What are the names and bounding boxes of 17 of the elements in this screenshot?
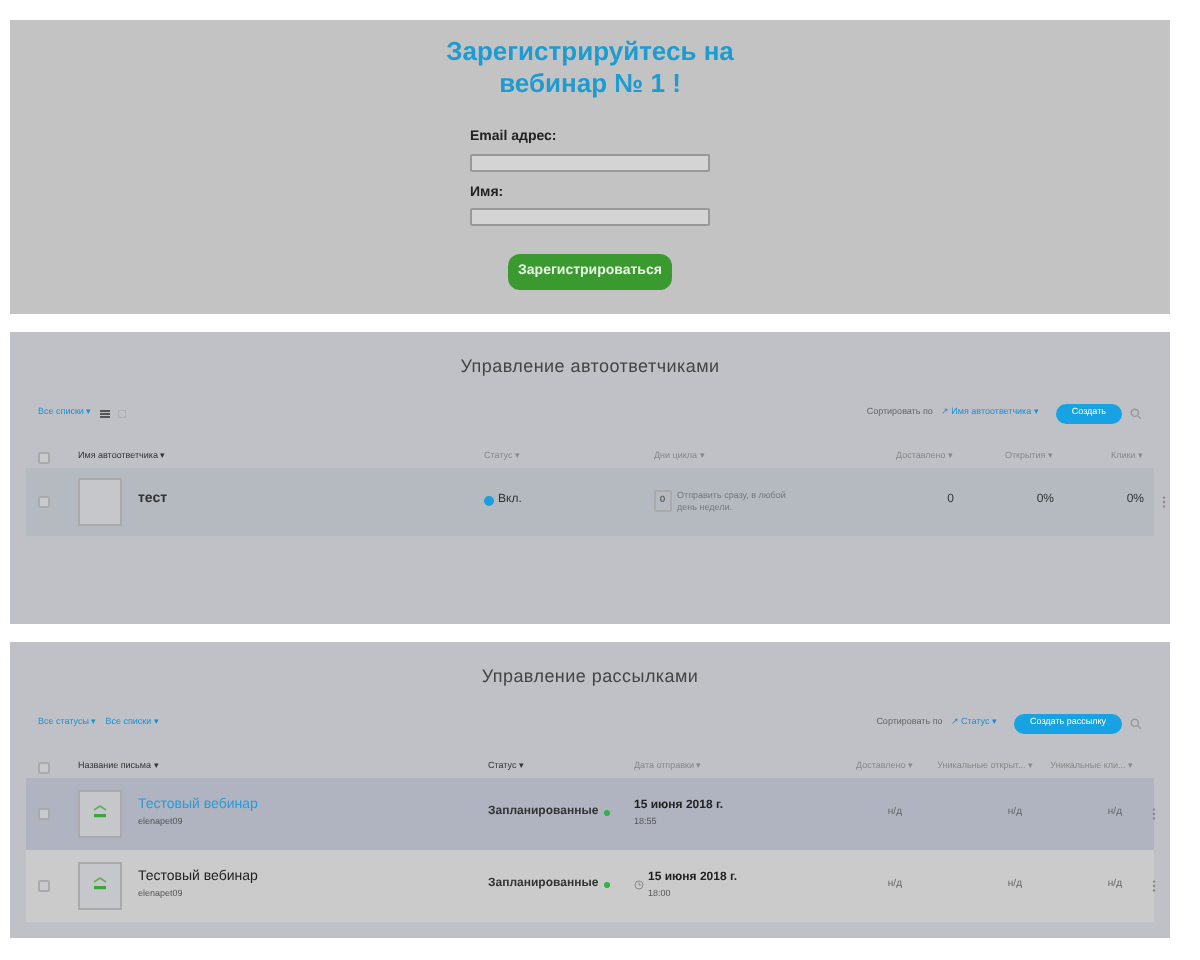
input-field[interactable]	[470, 153, 710, 171]
thumbnail	[78, 477, 122, 525]
thumbnail	[78, 861, 122, 909]
checkbox[interactable]	[38, 879, 50, 891]
panel-title: Управление рассылками	[479, 664, 701, 690]
panel-title: Управление автоответчиками	[458, 354, 722, 380]
search-icon[interactable]	[1130, 407, 1142, 419]
form-title: Зарегистрируйтесь на вебинар № 1 !	[444, 36, 736, 100]
thumbnail	[78, 789, 122, 837]
toggle-indicator[interactable]	[484, 496, 494, 506]
list-view-icon[interactable]	[100, 409, 111, 417]
checkbox[interactable]	[38, 807, 50, 819]
checkbox[interactable]	[38, 451, 50, 463]
checkbox[interactable]	[38, 761, 50, 773]
checkbox[interactable]	[38, 495, 50, 507]
search-icon[interactable]	[1130, 717, 1142, 729]
input-field[interactable]	[470, 208, 710, 226]
